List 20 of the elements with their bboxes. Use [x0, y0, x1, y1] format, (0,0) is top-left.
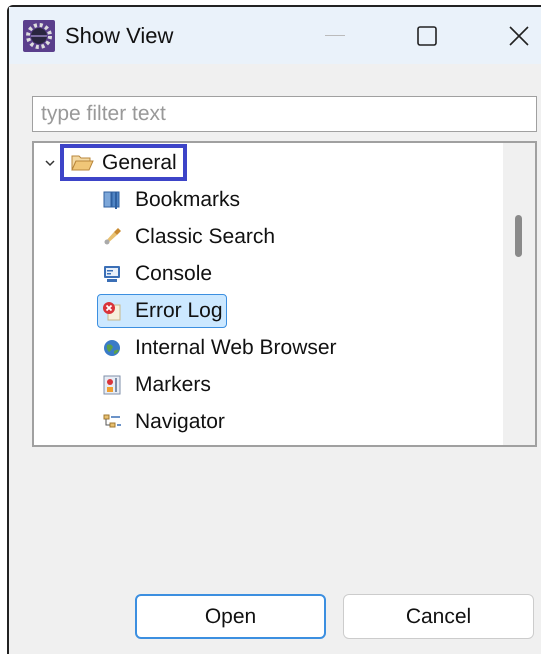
tree-item[interactable]: Navigator — [97, 404, 229, 438]
tree-item[interactable]: Classic Search — [97, 220, 280, 254]
filter-field[interactable]: type filter text — [32, 96, 537, 132]
dialog-button[interactable]: Cancel — [343, 594, 534, 639]
scrollbar-thumb[interactable] — [515, 215, 522, 257]
gear-icon — [23, 20, 55, 52]
folder-icon — [70, 152, 94, 172]
tree-item[interactable]: General — [60, 144, 187, 181]
maximize-icon[interactable] — [417, 26, 437, 46]
markers-icon — [101, 374, 123, 396]
tree-item[interactable]: Internal Web Browser — [97, 330, 341, 364]
close-icon[interactable] — [509, 26, 529, 46]
error-log-icon — [101, 300, 123, 322]
dialog-button[interactable]: Open — [135, 594, 326, 639]
tree-item[interactable]: Console — [97, 256, 216, 290]
tree-item[interactable]: Bookmarks — [97, 182, 244, 216]
tree-item[interactable]: Markers — [97, 368, 215, 402]
window-title: Show View — [65, 22, 174, 50]
tree-item[interactable]: Error Log — [97, 294, 227, 328]
scrollbar[interactable] — [503, 143, 535, 445]
